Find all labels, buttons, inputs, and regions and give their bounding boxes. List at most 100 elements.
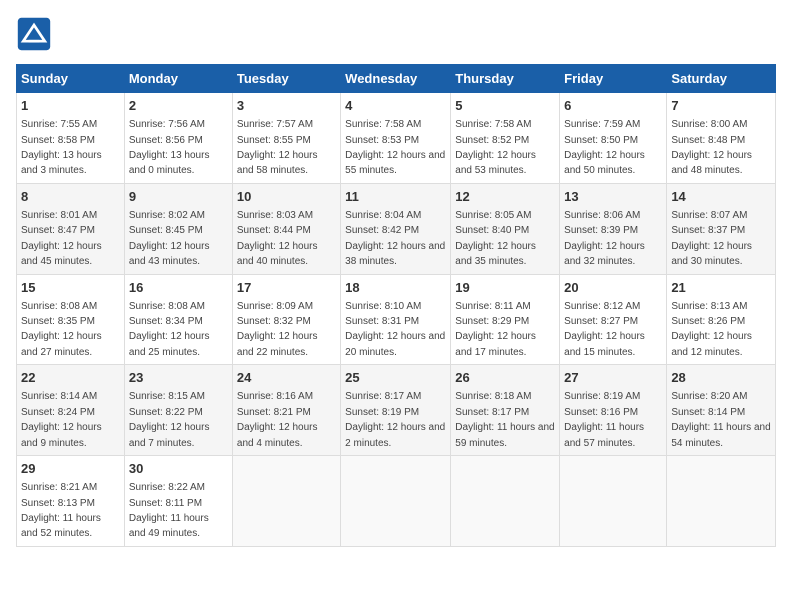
day-info: Sunrise: 8:10 AMSunset: 8:31 PMDaylight:… <box>345 301 445 358</box>
calendar-day-cell: 3 Sunrise: 7:57 AMSunset: 8:55 PMDayligh… <box>232 93 340 184</box>
day-info: Sunrise: 8:16 AMSunset: 8:21 PMDaylight:… <box>237 391 318 448</box>
calendar-week-row: 1 Sunrise: 7:55 AMSunset: 8:58 PMDayligh… <box>17 93 776 184</box>
day-info: Sunrise: 8:21 AMSunset: 8:13 PMDaylight:… <box>21 482 101 539</box>
day-info: Sunrise: 7:56 AMSunset: 8:56 PMDaylight:… <box>129 119 210 176</box>
calendar-day-cell: 22 Sunrise: 8:14 AMSunset: 8:24 PMDaylig… <box>17 365 125 456</box>
day-info: Sunrise: 8:11 AMSunset: 8:29 PMDaylight:… <box>455 301 536 358</box>
day-info: Sunrise: 7:58 AMSunset: 8:52 PMDaylight:… <box>455 119 536 176</box>
day-info: Sunrise: 7:55 AMSunset: 8:58 PMDaylight:… <box>21 119 102 176</box>
calendar-day-cell: 29 Sunrise: 8:21 AMSunset: 8:13 PMDaylig… <box>17 456 125 547</box>
day-info: Sunrise: 7:58 AMSunset: 8:53 PMDaylight:… <box>345 119 445 176</box>
day-info: Sunrise: 8:12 AMSunset: 8:27 PMDaylight:… <box>564 301 645 358</box>
day-info: Sunrise: 7:59 AMSunset: 8:50 PMDaylight:… <box>564 119 645 176</box>
calendar-day-cell: 19 Sunrise: 8:11 AMSunset: 8:29 PMDaylig… <box>451 274 560 365</box>
calendar-day-cell: 6 Sunrise: 7:59 AMSunset: 8:50 PMDayligh… <box>560 93 667 184</box>
day-info: Sunrise: 8:06 AMSunset: 8:39 PMDaylight:… <box>564 210 645 267</box>
calendar-day-cell: 25 Sunrise: 8:17 AMSunset: 8:19 PMDaylig… <box>341 365 451 456</box>
calendar-day-cell: 1 Sunrise: 7:55 AMSunset: 8:58 PMDayligh… <box>17 93 125 184</box>
calendar-day-cell: 10 Sunrise: 8:03 AMSunset: 8:44 PMDaylig… <box>232 183 340 274</box>
header-tuesday: Tuesday <box>232 65 340 93</box>
calendar-day-cell: 18 Sunrise: 8:10 AMSunset: 8:31 PMDaylig… <box>341 274 451 365</box>
calendar-day-cell: 8 Sunrise: 8:01 AMSunset: 8:47 PMDayligh… <box>17 183 125 274</box>
calendar-day-cell: 14 Sunrise: 8:07 AMSunset: 8:37 PMDaylig… <box>667 183 776 274</box>
calendar-day-cell: 2 Sunrise: 7:56 AMSunset: 8:56 PMDayligh… <box>124 93 232 184</box>
day-number: 3 <box>237 97 336 115</box>
calendar-day-cell: 17 Sunrise: 8:09 AMSunset: 8:32 PMDaylig… <box>232 274 340 365</box>
calendar-day-cell: 7 Sunrise: 8:00 AMSunset: 8:48 PMDayligh… <box>667 93 776 184</box>
day-info: Sunrise: 8:18 AMSunset: 8:17 PMDaylight:… <box>455 391 554 448</box>
day-number: 21 <box>671 279 771 297</box>
day-number: 14 <box>671 188 771 206</box>
calendar-table: Sunday Monday Tuesday Wednesday Thursday… <box>16 64 776 547</box>
day-number: 9 <box>129 188 228 206</box>
header-sunday: Sunday <box>17 65 125 93</box>
header-thursday: Thursday <box>451 65 560 93</box>
day-info: Sunrise: 8:14 AMSunset: 8:24 PMDaylight:… <box>21 391 102 448</box>
logo-icon <box>16 16 52 52</box>
day-number: 5 <box>455 97 555 115</box>
day-info: Sunrise: 8:05 AMSunset: 8:40 PMDaylight:… <box>455 210 536 267</box>
day-info: Sunrise: 8:20 AMSunset: 8:14 PMDaylight:… <box>671 391 770 448</box>
day-number: 30 <box>129 460 228 478</box>
day-number: 13 <box>564 188 662 206</box>
day-number: 17 <box>237 279 336 297</box>
day-number: 28 <box>671 369 771 387</box>
day-number: 11 <box>345 188 446 206</box>
day-number: 2 <box>129 97 228 115</box>
calendar-week-row: 8 Sunrise: 8:01 AMSunset: 8:47 PMDayligh… <box>17 183 776 274</box>
day-number: 18 <box>345 279 446 297</box>
page-header <box>16 16 776 52</box>
calendar-day-cell <box>451 456 560 547</box>
header-saturday: Saturday <box>667 65 776 93</box>
calendar-day-cell: 21 Sunrise: 8:13 AMSunset: 8:26 PMDaylig… <box>667 274 776 365</box>
calendar-day-cell: 5 Sunrise: 7:58 AMSunset: 8:52 PMDayligh… <box>451 93 560 184</box>
calendar-day-cell: 16 Sunrise: 8:08 AMSunset: 8:34 PMDaylig… <box>124 274 232 365</box>
calendar-day-cell: 20 Sunrise: 8:12 AMSunset: 8:27 PMDaylig… <box>560 274 667 365</box>
day-number: 12 <box>455 188 555 206</box>
day-info: Sunrise: 8:13 AMSunset: 8:26 PMDaylight:… <box>671 301 752 358</box>
calendar-week-row: 15 Sunrise: 8:08 AMSunset: 8:35 PMDaylig… <box>17 274 776 365</box>
day-number: 7 <box>671 97 771 115</box>
calendar-day-cell: 13 Sunrise: 8:06 AMSunset: 8:39 PMDaylig… <box>560 183 667 274</box>
calendar-day-cell: 30 Sunrise: 8:22 AMSunset: 8:11 PMDaylig… <box>124 456 232 547</box>
day-number: 4 <box>345 97 446 115</box>
calendar-day-cell: 23 Sunrise: 8:15 AMSunset: 8:22 PMDaylig… <box>124 365 232 456</box>
calendar-day-cell <box>560 456 667 547</box>
calendar-day-cell: 15 Sunrise: 8:08 AMSunset: 8:35 PMDaylig… <box>17 274 125 365</box>
calendar-week-row: 22 Sunrise: 8:14 AMSunset: 8:24 PMDaylig… <box>17 365 776 456</box>
calendar-day-cell: 28 Sunrise: 8:20 AMSunset: 8:14 PMDaylig… <box>667 365 776 456</box>
day-info: Sunrise: 8:19 AMSunset: 8:16 PMDaylight:… <box>564 391 644 448</box>
day-info: Sunrise: 8:07 AMSunset: 8:37 PMDaylight:… <box>671 210 752 267</box>
day-info: Sunrise: 8:08 AMSunset: 8:35 PMDaylight:… <box>21 301 102 358</box>
day-number: 29 <box>21 460 120 478</box>
day-number: 10 <box>237 188 336 206</box>
calendar-day-cell: 12 Sunrise: 8:05 AMSunset: 8:40 PMDaylig… <box>451 183 560 274</box>
header-friday: Friday <box>560 65 667 93</box>
calendar-header-row: Sunday Monday Tuesday Wednesday Thursday… <box>17 65 776 93</box>
header-monday: Monday <box>124 65 232 93</box>
calendar-day-cell: 4 Sunrise: 7:58 AMSunset: 8:53 PMDayligh… <box>341 93 451 184</box>
day-info: Sunrise: 8:15 AMSunset: 8:22 PMDaylight:… <box>129 391 210 448</box>
day-number: 20 <box>564 279 662 297</box>
logo <box>16 16 54 52</box>
day-info: Sunrise: 7:57 AMSunset: 8:55 PMDaylight:… <box>237 119 318 176</box>
calendar-day-cell: 27 Sunrise: 8:19 AMSunset: 8:16 PMDaylig… <box>560 365 667 456</box>
day-number: 19 <box>455 279 555 297</box>
day-info: Sunrise: 8:08 AMSunset: 8:34 PMDaylight:… <box>129 301 210 358</box>
day-number: 6 <box>564 97 662 115</box>
day-info: Sunrise: 8:17 AMSunset: 8:19 PMDaylight:… <box>345 391 445 448</box>
day-info: Sunrise: 8:00 AMSunset: 8:48 PMDaylight:… <box>671 119 752 176</box>
day-info: Sunrise: 8:22 AMSunset: 8:11 PMDaylight:… <box>129 482 209 539</box>
day-info: Sunrise: 8:03 AMSunset: 8:44 PMDaylight:… <box>237 210 318 267</box>
calendar-week-row: 29 Sunrise: 8:21 AMSunset: 8:13 PMDaylig… <box>17 456 776 547</box>
day-number: 27 <box>564 369 662 387</box>
calendar-day-cell: 9 Sunrise: 8:02 AMSunset: 8:45 PMDayligh… <box>124 183 232 274</box>
day-number: 1 <box>21 97 120 115</box>
day-number: 25 <box>345 369 446 387</box>
day-number: 24 <box>237 369 336 387</box>
day-number: 15 <box>21 279 120 297</box>
calendar-day-cell: 11 Sunrise: 8:04 AMSunset: 8:42 PMDaylig… <box>341 183 451 274</box>
day-number: 26 <box>455 369 555 387</box>
day-number: 22 <box>21 369 120 387</box>
day-number: 23 <box>129 369 228 387</box>
